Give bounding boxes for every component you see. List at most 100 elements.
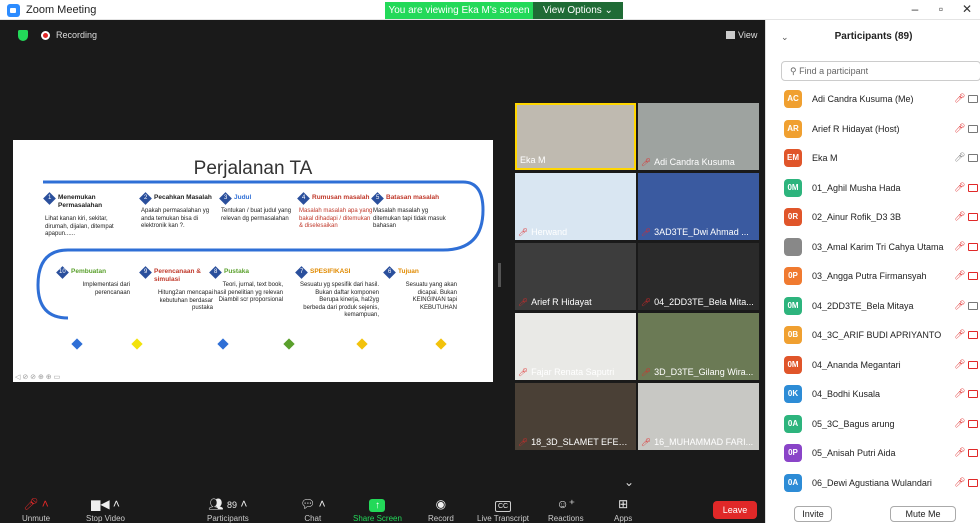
video-tile[interactable]: 🎤︎ 16_MUHAMMAD FARI... [638,383,759,450]
mic-icon[interactable]: 🎤︎ [954,211,965,222]
zoom-meeting-window: Zoom Meeting You are viewing Eka M's scr… [0,0,980,523]
camera-icon[interactable] [968,390,978,398]
mic-icon[interactable]: 🎤︎ [954,182,965,193]
step-number-text: 8 [213,269,218,275]
participant-name-label: 🎤︎ Adi Candra Kusuma [641,157,735,167]
participant-name: 05_Anisah Putri Aida [812,448,896,458]
participants-button[interactable]: 👥︎ 89 ˄ Participants [207,497,249,523]
split-divider-handle[interactable] [498,263,501,287]
video-tile[interactable]: 🎤︎ 04_2DD3TE_Bela Mita... [638,243,759,310]
participant-row[interactable]: AC Adi Candra Kusuma (Me) 🎤︎ [784,89,980,111]
participant-name: 04_2DD3TE_Bela Mitaya [812,300,914,311]
camera-icon[interactable] [968,419,978,428]
participant-name: 01_Aghil Musha Hada [812,182,901,193]
stop-video-button[interactable]: ▆◀ ˄ Stop Video [86,497,125,523]
participant-row[interactable]: 0B 04_3C_ARIF BUDI APRIYANTO 🎤︎ [784,325,980,347]
mic-icon[interactable]: 🎤︎ [954,418,965,429]
participant-row[interactable]: 03_Amal Karim Tri Cahya Utama 🎤︎ [784,237,980,259]
muted-mic-icon: 🎤︎ [518,438,529,447]
participant-row[interactable]: 0M 01_Aghil Musha Hada 🎤︎ [784,178,980,200]
record-button[interactable]: ◉ Record [428,497,454,523]
find-participant-input[interactable]: ⚲ Find a participant [781,61,980,81]
participant-row[interactable]: 0P 03_Angga Putra Firmansyah 🎤︎ [784,266,980,288]
participant-row[interactable]: EM Eka M 🎤︎ [784,148,980,170]
camera-icon[interactable] [968,213,978,221]
video-tile[interactable]: 🎤︎ Arief R Hidayat [515,243,636,310]
participant-row[interactable]: AR Arief R Hidayat (Host) 🎤︎ [784,119,980,141]
mic-icon[interactable]: 🎤︎ [954,93,965,104]
video-tile[interactable]: 🎤︎ Herwand [515,173,636,240]
participant-row[interactable]: 0K 04_Bodhi Kusala 🎤︎ [784,384,980,406]
camera-icon[interactable] [968,124,978,133]
video-tile[interactable]: 🎤︎ Fajar Renata Saputri [515,313,636,380]
mic-icon[interactable]: 🎤︎ [954,359,965,370]
reactions-button[interactable]: ☺︎⁺ Reactions [548,497,584,523]
step-number-text: 9 [143,269,148,275]
participant-row[interactable]: 0A 05_3C_Bagus arung 🎤︎ [784,414,980,436]
view-options-button[interactable]: View Options ⌄ [533,2,623,19]
scroll-down-icon[interactable]: ⌄ [624,475,634,489]
camera-icon[interactable] [968,154,978,162]
view-button[interactable]: View [726,30,757,40]
chat-button[interactable]: 💬︎ ˄ Chat [300,497,326,523]
avatar: 0M [784,296,802,315]
video-tile[interactable]: 🎤︎ Adi Candra Kusuma [638,103,759,170]
unmute-button[interactable]: 🎤︎ ˄ Unmute [22,497,50,523]
participant-name: 02_Ainur Rofik_D3 3B [812,212,902,222]
step-number-text: 3 [223,195,228,201]
avatar: 0M [784,178,802,197]
meeting-toolbar: 🎤︎ ˄ Unmute ▆◀ ˄ Stop Video 👥︎ 89 ˄ Partici… [0,496,765,523]
share-screen-button[interactable]: ↑ Share Screen [353,497,402,523]
video-tile[interactable]: 🎤︎ 3AD3TE_Dwi Ahmad ... [638,173,759,240]
video-tile[interactable]: 🎤︎ 3D_D3TE_Gilang Wira... [638,313,759,380]
mic-icon[interactable]: 🎤︎ [954,477,965,488]
close-icon[interactable]: ✕ [957,2,977,16]
participant-name: 18_3D_SLAMET EFENDI [531,437,633,447]
record-icon: ◉ [435,497,447,511]
camera-icon[interactable] [968,272,978,280]
camera-icon[interactable] [968,301,978,310]
camera-icon[interactable] [968,360,978,369]
camera-icon[interactable] [968,449,978,457]
participant-row[interactable]: 0R 02_Ainur Rofik_D3 3B 🎤︎ [784,207,980,229]
mic-icon[interactable]: 🎤︎ [954,152,965,163]
search-icon: ⚲ [790,66,797,76]
people-icon: 👥︎ 89 ˄ [208,497,248,511]
share-arrow-icon: ↑ [353,497,402,512]
participant-name: Fajar Renata Saputri [531,367,615,377]
recording-label[interactable]: Recording [56,30,97,40]
camera-icon[interactable] [968,95,978,103]
invite-button[interactable]: Invite [794,506,832,522]
live-transcript-button[interactable]: CC Live Transcript [477,497,529,523]
camera-icon[interactable] [968,331,978,339]
camera-icon[interactable] [968,183,978,192]
step-title: SPESIFIKASI [310,268,351,275]
mic-icon[interactable]: 🎤︎ [954,300,965,311]
slide-controls[interactable]: ◁ ⊘ ⊘ ⊕ ⊕ ▭ [15,373,60,381]
mic-icon[interactable]: 🎤︎ [954,329,965,340]
mic-icon[interactable]: 🎤︎ [954,447,965,458]
mic-icon[interactable]: 🎤︎ [954,241,965,252]
participant-row[interactable]: 0M 04_2DD3TE_Bela Mitaya 🎤︎ [784,296,980,318]
mic-icon[interactable]: 🎤︎ [954,388,965,399]
avatar [784,237,802,256]
apps-button[interactable]: ⊞ Apps [614,497,632,523]
maximize-icon[interactable]: ▫ [931,2,951,16]
participant-row[interactable]: 0M 04_Ananda Megantari 🎤︎ [784,355,980,377]
encryption-shield-icon[interactable] [18,30,28,41]
leave-button[interactable]: Leave [713,501,757,519]
participant-row[interactable]: 0A 06_Dewi Agustiana Wulandari 🎤︎ [784,473,980,495]
camera-icon[interactable] [968,478,978,487]
mute-me-button[interactable]: Mute Me [890,506,956,522]
video-tile[interactable]: 🎤︎ 18_3D_SLAMET EFENDI [515,383,636,450]
camera-icon[interactable] [968,242,978,251]
minimize-icon[interactable]: – [905,2,925,16]
participant-name: 03_Amal Karim Tri Cahya Utama [812,241,944,252]
participant-name-label: 🎤︎ 3AD3TE_Dwi Ahmad ... [641,227,749,237]
video-tile[interactable]: Eka M [515,103,636,170]
participant-name: 04_2DD3TE_Bela Mita... [654,297,754,307]
participant-row[interactable]: 0P 05_Anisah Putri Aida 🎤︎ [784,443,980,465]
mic-icon[interactable]: 🎤︎ [954,123,965,134]
mic-icon[interactable]: 🎤︎ [954,270,965,281]
chat-bubble-icon: 💬︎ ˄ [300,497,326,511]
